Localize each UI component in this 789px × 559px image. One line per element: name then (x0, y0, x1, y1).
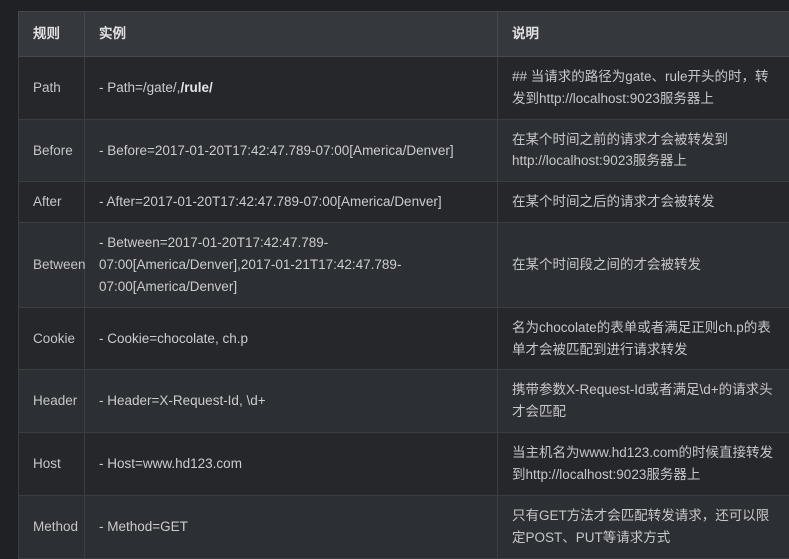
gateway-predicate-rules-table: 规则 实例 说明 Path - Path=/gate/,/rule/ ## 当请… (18, 11, 789, 559)
table-row: Cookie - Cookie=chocolate, ch.p 名为chocol… (19, 307, 789, 370)
cell-rule-example: - After=2017-01-20T17:42:47.789-07:00[Am… (85, 182, 498, 223)
table-row: After - After=2017-01-20T17:42:47.789-07… (19, 182, 789, 223)
table-row: Before - Before=2017-01-20T17:42:47.789-… (19, 119, 789, 182)
cell-rule-name: After (19, 182, 85, 223)
cell-rule-name: Before (19, 119, 85, 182)
cell-rule-description: 在某个时间段之间的才会被转发 (498, 223, 789, 308)
table-row: Between - Between=2017-01-20T17:42:47.78… (19, 223, 789, 308)
table-row: Host - Host=www.hd123.com 当主机名为www.hd123… (19, 433, 789, 496)
cell-rule-description: ## 当请求的路径为gate、rule开头的时，转发到http://localh… (498, 56, 789, 119)
table-header-row: 规则 实例 说明 (19, 12, 789, 57)
table-body: Path - Path=/gate/,/rule/ ## 当请求的路径为gate… (19, 56, 789, 558)
cell-rule-example: - Header=X-Request-Id, \d+ (85, 370, 498, 433)
page-root: 规则 实例 说明 Path - Path=/gate/,/rule/ ## 当请… (0, 0, 789, 552)
cell-rule-example: - Cookie=chocolate, ch.p (85, 307, 498, 370)
cell-rule-name: Cookie (19, 307, 85, 370)
table-row: Method - Method=GET 只有GET方法才会匹配转发请求，还可以限… (19, 495, 789, 558)
cell-rule-description: 在某个时间之前的请求才会被转发到 http://localhost:9023服务… (498, 119, 789, 182)
cell-rule-example: - Host=www.hd123.com (85, 433, 498, 496)
column-header-description: 说明 (498, 12, 789, 57)
cell-rule-description: 只有GET方法才会匹配转发请求，还可以限定POST、PUT等请求方式 (498, 495, 789, 558)
cell-rule-name: Header (19, 370, 85, 433)
cell-rule-name: Path (19, 56, 85, 119)
cell-rule-example: - Before=2017-01-20T17:42:47.789-07:00[A… (85, 119, 498, 182)
cell-rule-example: - Path=/gate/,/rule/ (85, 56, 498, 119)
table-header: 规则 实例 说明 (19, 12, 789, 57)
cell-rule-example: - Method=GET (85, 495, 498, 558)
cell-rule-name: Host (19, 433, 85, 496)
column-header-example: 实例 (85, 12, 498, 57)
table-row: Header - Header=X-Request-Id, \d+ 携带参数X-… (19, 370, 789, 433)
column-header-rule: 规则 (19, 12, 85, 57)
cell-rule-description: 携带参数X-Request-Id或者满足\d+的请求头才会匹配 (498, 370, 789, 433)
cell-rule-name: Method (19, 495, 85, 558)
example-text-bold: /rule/ (180, 80, 212, 95)
cell-rule-name: Between (19, 223, 85, 308)
cell-rule-description: 在某个时间之后的请求才会被转发 (498, 182, 789, 223)
cell-rule-example: - Between=2017-01-20T17:42:47.789-07:00[… (85, 223, 498, 308)
example-text-plain: - Path=/gate/, (99, 80, 180, 95)
cell-rule-description: 名为chocolate的表单或者满足正则ch.p的表单才会被匹配到进行请求转发 (498, 307, 789, 370)
rules-table-container: 规则 实例 说明 Path - Path=/gate/,/rule/ ## 当请… (18, 11, 789, 559)
cell-rule-description: 当主机名为www.hd123.com的时候直接转发到http://localho… (498, 433, 789, 496)
table-row: Path - Path=/gate/,/rule/ ## 当请求的路径为gate… (19, 56, 789, 119)
